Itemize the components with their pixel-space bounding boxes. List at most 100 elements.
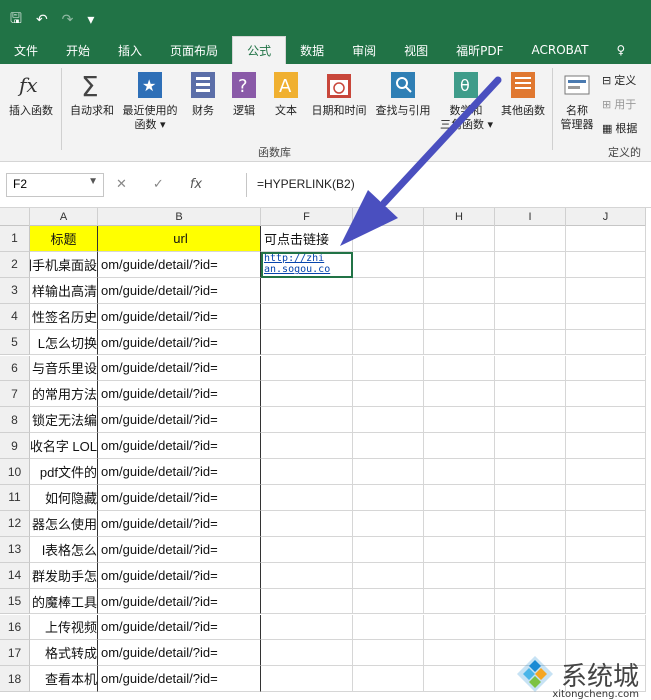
undo-icon[interactable]: ↶ <box>36 12 48 28</box>
cell-a[interactable]: l表格怎么 <box>30 536 98 563</box>
cell-g[interactable] <box>353 562 424 589</box>
cell-g[interactable] <box>353 381 424 408</box>
row-header[interactable]: 6 <box>0 355 30 382</box>
tab-insert[interactable]: 插入 <box>104 36 156 64</box>
cell-i[interactable] <box>495 459 566 485</box>
cell-b[interactable]: om/guide/detail/?id= <box>98 329 261 356</box>
cell-f[interactable] <box>261 459 353 485</box>
cell-a[interactable]: 器怎么使用 <box>30 510 98 537</box>
row-header[interactable]: 17 <box>0 640 30 667</box>
cell-j[interactable] <box>566 536 646 563</box>
cell-j[interactable] <box>566 277 646 304</box>
cell-h[interactable] <box>424 381 495 408</box>
cell-b[interactable]: om/guide/detail/?id= <box>98 666 261 693</box>
cell-f[interactable] <box>261 303 353 330</box>
cell-a[interactable]: 查看本机 <box>30 666 98 693</box>
cell-a[interactable]: 性签名历史 <box>30 303 98 330</box>
cell-i[interactable] <box>495 433 566 460</box>
cell-b[interactable]: om/guide/detail/?id= <box>98 614 261 641</box>
cell-a[interactable]: 格式转成 <box>30 640 98 667</box>
tab-data[interactable]: 数据 <box>286 36 338 64</box>
cell-i[interactable] <box>495 251 566 278</box>
cell-g[interactable] <box>353 614 424 641</box>
cell-h[interactable] <box>424 666 495 693</box>
cell-j[interactable] <box>566 433 646 460</box>
cell-f[interactable] <box>261 536 353 563</box>
tab-file[interactable]: 文件 <box>0 36 52 64</box>
cell-b[interactable]: om/guide/detail/?id= <box>98 277 261 304</box>
use-in-formula-button[interactable]: ⊞ 用于 <box>602 96 636 112</box>
cell-f[interactable] <box>261 329 353 356</box>
cell-j[interactable] <box>566 485 646 511</box>
cell-g[interactable] <box>353 407 424 434</box>
cell-b[interactable]: om/guide/detail/?id= <box>98 303 261 330</box>
lookup-reference-button[interactable]: 查找与引用 <box>372 70 434 118</box>
cell-a[interactable]: pdf文件的 <box>30 459 98 485</box>
row-header[interactable]: 3 <box>0 277 30 304</box>
cell-b[interactable]: url <box>98 226 261 252</box>
column-header-g[interactable]: G <box>353 208 424 226</box>
row-header[interactable]: 9 <box>0 433 30 460</box>
enter-icon[interactable]: ✓ <box>153 177 164 192</box>
hyperlink-text[interactable]: http://zhi <box>264 253 324 264</box>
cell-f[interactable]: 可点击链接 <box>261 226 353 252</box>
cell-a[interactable]: L怎么切换 <box>30 329 98 356</box>
row-header[interactable]: 7 <box>0 381 30 408</box>
cell-b[interactable]: om/guide/detail/?id= <box>98 640 261 667</box>
cell-i[interactable] <box>495 510 566 537</box>
cell-i[interactable] <box>495 226 566 252</box>
cell-j[interactable] <box>566 588 646 615</box>
cell-a[interactable]: 上传视频 <box>30 614 98 641</box>
cell-g[interactable] <box>353 277 424 304</box>
column-header-j[interactable]: J <box>566 208 646 226</box>
cell-b[interactable]: om/guide/detail/?id= <box>98 485 261 511</box>
tab-page-layout[interactable]: 页面布局 <box>156 36 232 64</box>
customize-qat-icon[interactable]: ▾ <box>87 12 94 28</box>
cell-f[interactable] <box>261 381 353 408</box>
chevron-down-icon[interactable]: ▼ <box>88 176 98 187</box>
tab-review[interactable]: 审阅 <box>338 36 390 64</box>
cell-a[interactable]: 图手机桌面設 <box>30 251 98 278</box>
recently-used-button[interactable]: ★ 最近使用的 函数 ▾ <box>120 70 180 132</box>
cell-i[interactable] <box>495 381 566 408</box>
cell-h[interactable] <box>424 562 495 589</box>
cell-b[interactable]: om/guide/detail/?id= <box>98 588 261 615</box>
tell-me-icon[interactable]: ♀ <box>603 36 640 64</box>
row-header[interactable]: 18 <box>0 666 30 693</box>
cell-h[interactable] <box>424 303 495 330</box>
define-name-button[interactable]: ⊟ 定义 <box>602 72 636 88</box>
cell-i[interactable] <box>495 536 566 563</box>
cell-b[interactable]: om/guide/detail/?id= <box>98 381 261 408</box>
cell-g[interactable] <box>353 510 424 537</box>
cell-a[interactable]: 锁定无法编 <box>30 407 98 434</box>
cell-h[interactable] <box>424 614 495 641</box>
cell-j[interactable] <box>566 251 646 278</box>
cell-j[interactable] <box>566 459 646 485</box>
cell-a[interactable]: 与音乐里设 <box>30 355 98 382</box>
cell-b[interactable]: om/guide/detail/?id= <box>98 407 261 434</box>
financial-button[interactable]: 财务 <box>187 70 219 118</box>
cell-h[interactable] <box>424 433 495 460</box>
cell-b[interactable]: om/guide/detail/?id= <box>98 562 261 589</box>
row-header[interactable]: 8 <box>0 407 30 434</box>
column-header-i[interactable]: I <box>495 208 566 226</box>
cell-h[interactable] <box>424 459 495 485</box>
cell-j[interactable] <box>566 510 646 537</box>
cell-f[interactable] <box>261 562 353 589</box>
name-manager-button[interactable]: 名称 管理器 <box>556 70 598 132</box>
redo-icon[interactable]: ↷ <box>62 12 74 28</box>
cell-a[interactable]: 的常用方法 <box>30 381 98 408</box>
cell-i[interactable] <box>495 277 566 304</box>
cell-i[interactable] <box>495 329 566 356</box>
row-header[interactable]: 4 <box>0 303 30 330</box>
cell-i[interactable] <box>495 355 566 382</box>
row-header[interactable]: 11 <box>0 485 30 511</box>
hyperlink-cell[interactable]: http://zhi an.sogou.co <box>261 251 353 278</box>
cell-g[interactable] <box>353 666 424 693</box>
cell-f[interactable] <box>261 355 353 382</box>
cell-a[interactable]: 标题 <box>30 226 98 252</box>
select-all-corner[interactable] <box>0 208 30 226</box>
row-header[interactable]: 14 <box>0 562 30 589</box>
cell-f[interactable] <box>261 640 353 667</box>
more-functions-button[interactable]: 其他函数 <box>497 70 549 118</box>
